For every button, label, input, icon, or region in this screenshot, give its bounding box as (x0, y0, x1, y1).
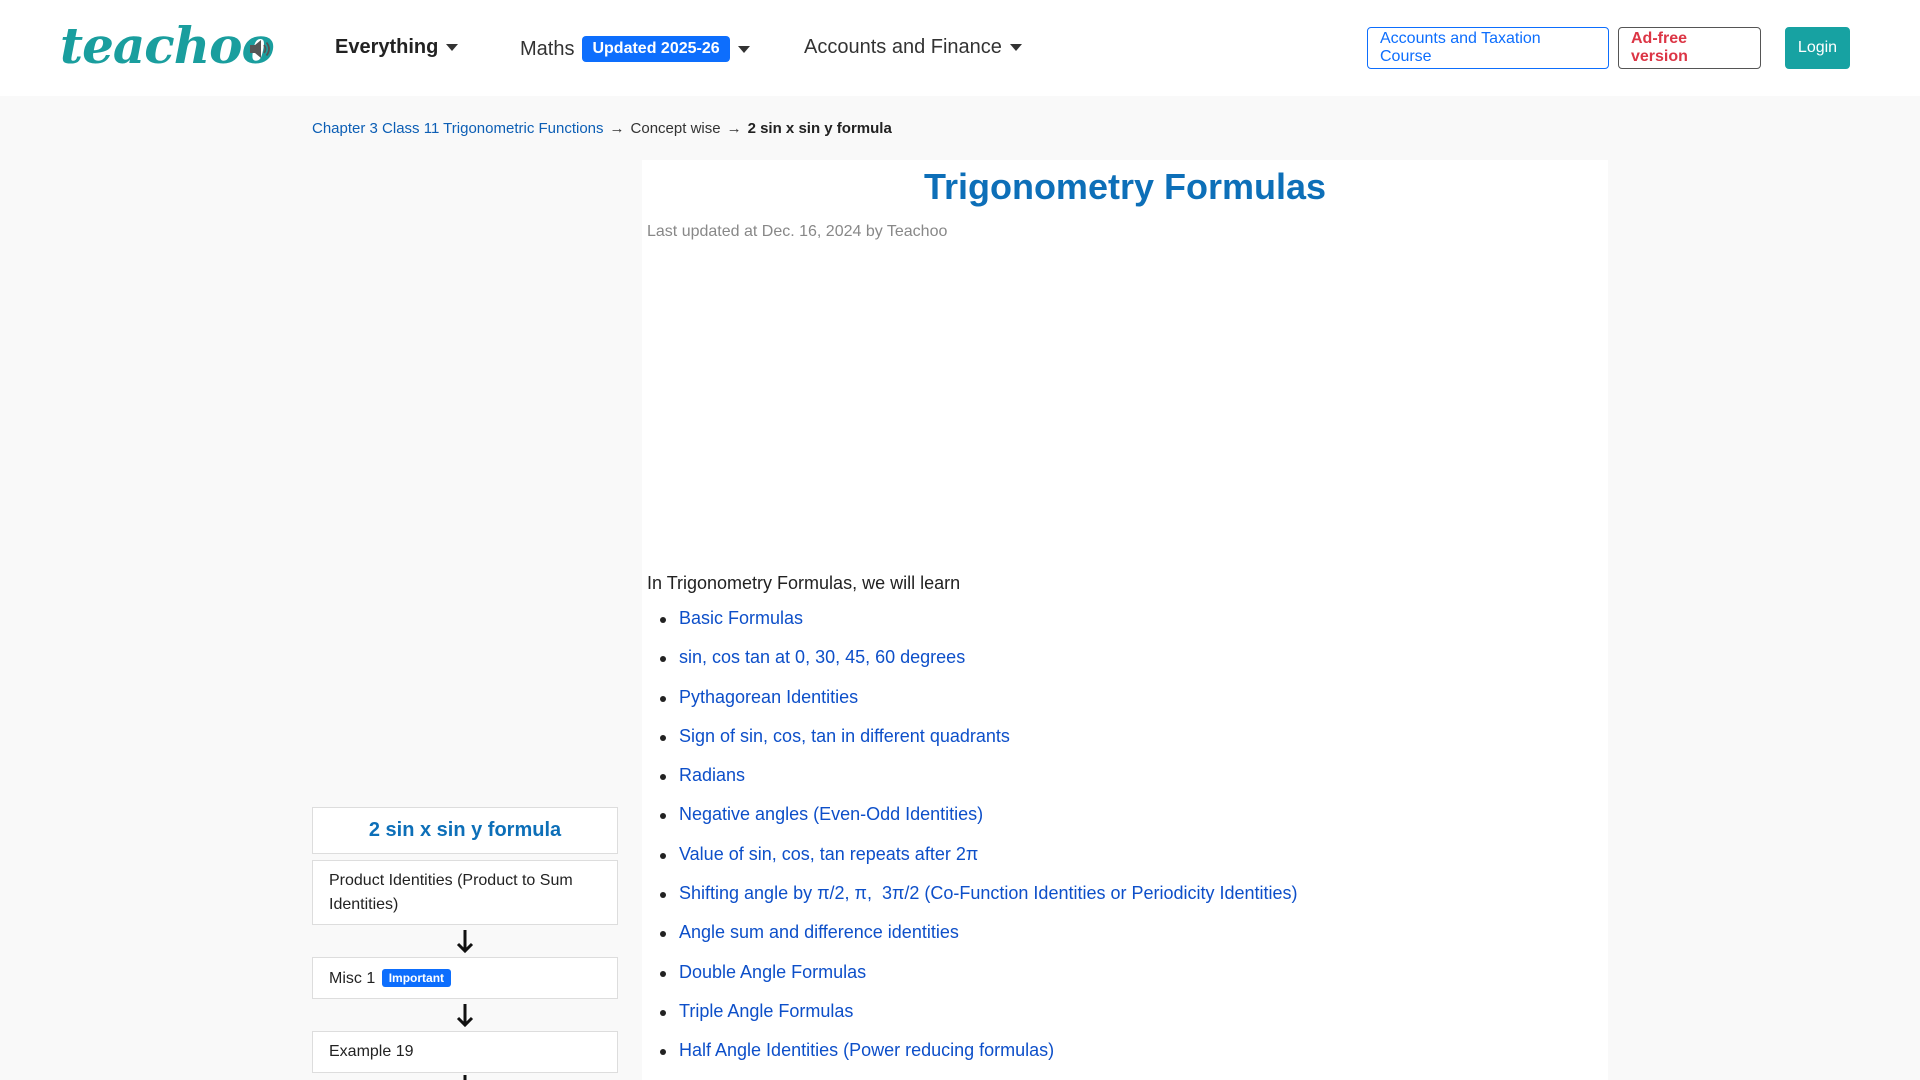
list-item: Basic Formulas (660, 608, 1298, 647)
nav-everything-dropdown[interactable]: Everything (335, 36, 459, 59)
bullet-icon (660, 1049, 666, 1056)
important-badge: Important (381, 969, 452, 987)
list-item: Triple Angle Formulas (660, 1001, 1298, 1040)
topic-link[interactable]: Half Angle Identities (Power reducing fo… (679, 1040, 1054, 1061)
list-item: Half Angle Identities (Power reducing fo… (660, 1040, 1298, 1079)
breadcrumb: Chapter 3 Class 11 Trigonometric Functio… (312, 120, 892, 137)
bullet-icon (660, 617, 666, 623)
page-title: Trigonometry Formulas (923, 166, 1327, 207)
accounts-taxation-course-button[interactable]: Accounts and Taxation Course (1367, 27, 1609, 69)
speaker-icon[interactable] (248, 38, 272, 60)
top-navbar: teachoo Everything Maths Updated 2025-26… (0, 0, 1920, 96)
chevron-down-icon (737, 45, 750, 53)
topic-link[interactable]: Shifting angle by π/2, π, 3π/2 (Co-Funct… (679, 883, 1298, 904)
sidebar-item-label: Misc 1 (329, 970, 376, 987)
bullet-icon (660, 774, 666, 781)
arrow-down-icon (456, 930, 474, 954)
bullet-icon (660, 656, 666, 663)
list-item: Negative angles (Even-Odd Identities) (660, 804, 1298, 843)
topic-link[interactable]: Negative angles (Even-Odd Identities) (679, 804, 983, 825)
bullet-icon (660, 734, 666, 741)
chevron-down-icon (446, 44, 459, 51)
bullet-icon (660, 813, 666, 820)
bullet-icon (660, 892, 666, 899)
list-item: Sign of sin, cos, tan in different quadr… (660, 726, 1298, 765)
list-item: Double Angle Formulas (660, 962, 1298, 1001)
bullet-icon (660, 970, 666, 977)
sidebar-item-label: Product Identities (Product to Sum Ident… (329, 872, 573, 913)
topic-link[interactable]: sin, cos tan at 0, 30, 45, 60 degrees (679, 647, 965, 668)
bullet-icon (660, 1009, 666, 1016)
topic-link[interactable]: Triple Angle Formulas (679, 1001, 853, 1022)
sidebar-title: 2 sin x sin y formula (312, 807, 618, 854)
intro-text: In Trigonometry Formulas, we will learn (647, 573, 961, 593)
breadcrumb-chapter-link[interactable]: Chapter 3 Class 11 Trigonometric Functio… (312, 120, 604, 137)
list-item: Shifting angle by π/2, π, 3π/2 (Co-Funct… (660, 883, 1298, 922)
list-item: sin, cos tan at 0, 30, 45, 60 degrees (660, 647, 1298, 686)
bullet-icon (660, 695, 666, 702)
breadcrumb-separator: → (609, 120, 625, 137)
breadcrumb-separator: → (726, 120, 742, 137)
nav-accounts-dropdown[interactable]: Accounts and Finance (804, 36, 1022, 59)
breadcrumb-concept: Concept wise (630, 120, 721, 137)
list-item: Radians (660, 765, 1298, 804)
chevron-down-icon (1009, 44, 1022, 51)
ad-free-button[interactable]: Ad-free version (1618, 27, 1761, 69)
nav-maths-dropdown[interactable]: Maths Updated 2025-26 (520, 36, 750, 62)
list-item: Value of sin, cos, tan repeats after 2π (660, 844, 1298, 883)
topic-list: Basic Formulas sin, cos tan at 0, 30, 45… (660, 608, 1298, 1080)
bullet-icon (660, 852, 666, 859)
sidebar-item[interactable]: Misc 1 Important (312, 957, 618, 999)
nav-everything-label: Everything (335, 36, 439, 58)
topic-link[interactable]: Value of sin, cos, tan repeats after 2π (679, 844, 978, 865)
list-item: Angle sum and difference identities (660, 922, 1298, 961)
topic-link[interactable]: Basic Formulas (679, 608, 803, 629)
last-updated-text: Last updated at Dec. 16, 2024 by Teachoo (647, 223, 948, 240)
topic-link[interactable]: Sign of sin, cos, tan in different quadr… (679, 726, 1010, 747)
teachoo-logo[interactable]: teachoo (60, 16, 275, 75)
topic-link[interactable]: Angle sum and difference identities (679, 922, 959, 943)
topic-link[interactable]: Double Angle Formulas (679, 962, 866, 983)
sidebar-item-label: Example 19 (329, 1043, 414, 1060)
bullet-icon (660, 931, 666, 938)
topic-link[interactable]: Pythagorean Identities (679, 687, 858, 708)
updated-badge: Updated 2025-26 (582, 36, 730, 62)
login-button[interactable]: Login (1785, 27, 1850, 69)
article-content: Trigonometry Formulas Last updated at De… (642, 160, 1608, 1080)
nav-maths-label: Maths (520, 37, 575, 60)
topic-link[interactable]: Radians (679, 765, 745, 786)
list-item: Pythagorean Identities (660, 687, 1298, 726)
arrow-down-icon (456, 1004, 474, 1028)
arrow-down-icon (463, 1075, 467, 1080)
sidebar-item[interactable]: Product Identities (Product to Sum Ident… (312, 860, 618, 925)
sidebar-item[interactable]: Example 19 (312, 1031, 618, 1073)
breadcrumb-current: 2 sin x sin y formula (747, 120, 892, 137)
nav-accounts-label: Accounts and Finance (804, 36, 1002, 58)
